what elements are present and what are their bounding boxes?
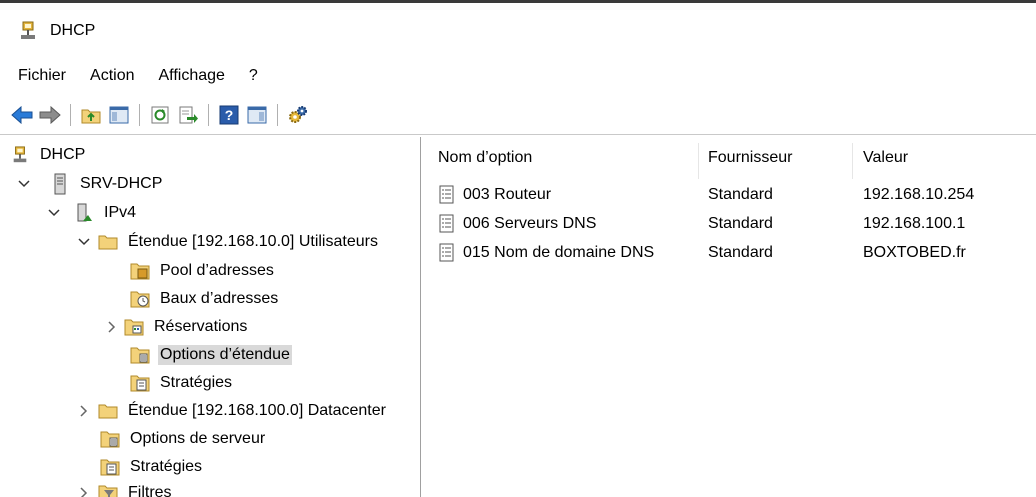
menu-help[interactable]: ? [249, 67, 258, 85]
chevron-right-icon[interactable] [76, 403, 92, 419]
option-vendor: Standard [708, 244, 773, 261]
table-row[interactable]: 006 Serveurs DNS Standard 192.168.100.1 [424, 210, 1036, 238]
menu-affichage[interactable]: Affichage [158, 67, 224, 85]
forward-arrow-icon[interactable] [38, 103, 62, 127]
reservations-icon [124, 317, 144, 337]
toolbar-separator [277, 104, 278, 126]
options-icon [130, 345, 150, 365]
tree-label: Pool d’adresses [160, 262, 274, 279]
menu-bar: Fichier Action Affichage ? [0, 62, 264, 90]
title-bar: DHCP [0, 3, 1036, 59]
tree-label: Options de serveur [130, 430, 266, 447]
column-header-value[interactable]: Valeur [863, 149, 908, 167]
toolbar-separator [70, 104, 71, 126]
svg-text:?: ? [225, 107, 234, 123]
tree-scope-utilisateurs[interactable]: Étendue [192.168.10.0] Utilisateurs [76, 228, 380, 256]
menu-fichier[interactable]: Fichier [18, 67, 66, 85]
chevron-right-icon[interactable] [76, 485, 92, 497]
toolbar-separator [208, 104, 209, 126]
tree-label: Étendue [192.168.10.0] Utilisateurs [128, 233, 378, 250]
folder-icon [98, 232, 118, 252]
options-icon [100, 429, 120, 449]
tree-scope-datacenter[interactable]: Étendue [192.168.100.0] Datacenter [76, 397, 388, 425]
chevron-right-icon[interactable] [104, 319, 120, 335]
column-header-vendor[interactable]: Fournisseur [708, 149, 792, 167]
refresh-icon[interactable] [148, 103, 172, 127]
tree-label: DHCP [40, 146, 86, 163]
chevron-down-icon[interactable] [16, 176, 32, 192]
show-hide-tree-icon[interactable] [107, 103, 131, 127]
tree-policies[interactable]: Stratégies [92, 453, 204, 481]
up-folder-icon[interactable] [79, 103, 103, 127]
option-value: BOXTOBED.fr [863, 244, 966, 261]
table-row[interactable]: 015 Nom de domaine DNS Standard BOXTOBED… [424, 239, 1036, 267]
tree-scope-policies[interactable]: Stratégies [122, 369, 234, 397]
column-header-name[interactable]: Nom d’option [438, 149, 532, 167]
window-title: DHCP [50, 22, 96, 39]
option-vendor: Standard [708, 215, 773, 232]
policies-icon [130, 373, 150, 393]
tree-label: Stratégies [130, 458, 203, 475]
back-arrow-icon[interactable] [10, 103, 34, 127]
option-document-icon [438, 185, 456, 205]
dhcp-icon [10, 145, 30, 165]
tree-label: Filtres [128, 484, 172, 497]
tree-pool[interactable]: Pool d’adresses [122, 257, 276, 285]
tree-label: Stratégies [160, 374, 233, 391]
chevron-down-icon[interactable] [76, 234, 92, 250]
options-list-view: Nom d’option Fournisseur Valeur 003 Rout… [424, 137, 1036, 497]
chevron-down-icon[interactable] [46, 205, 62, 221]
policies-icon [100, 457, 120, 477]
export-list-icon[interactable] [176, 103, 200, 127]
tree-label: Baux d’adresses [160, 290, 279, 307]
option-vendor: Standard [708, 186, 773, 203]
column-divider[interactable] [852, 143, 853, 179]
tree-leases[interactable]: Baux d’adresses [122, 285, 280, 313]
tree-label: Réservations [154, 318, 248, 335]
option-document-icon [438, 214, 456, 234]
tree-filters[interactable]: Filtres [76, 479, 174, 497]
tree-label: Étendue [192.168.100.0] Datacenter [128, 402, 386, 419]
gears-icon[interactable] [286, 103, 310, 127]
tree-label: SRV-DHCP [80, 175, 163, 192]
show-action-pane-icon[interactable] [245, 103, 269, 127]
toolbar: ? [0, 96, 1036, 135]
dhcp-app-icon [18, 21, 38, 41]
tree-server-options[interactable]: Options de serveur [92, 425, 267, 453]
console-tree: DHCP SRV-DHCP IPv4 Étendue [192.168.10.0… [0, 137, 421, 497]
column-divider[interactable] [698, 143, 699, 179]
filter-icon [98, 483, 118, 497]
ipv4-icon [74, 203, 94, 223]
address-pool-icon [130, 261, 150, 281]
leases-clock-icon [130, 289, 150, 309]
option-value: 192.168.100.1 [863, 215, 966, 232]
server-icon [50, 173, 70, 195]
table-row[interactable]: 003 Routeur Standard 192.168.10.254 [424, 181, 1036, 209]
tree-scope-options[interactable]: Options d’étendue [122, 341, 292, 369]
tree-server[interactable]: SRV-DHCP [16, 170, 164, 198]
tree-label: Options d’étendue [158, 345, 292, 365]
tree-reservations[interactable]: Réservations [104, 313, 249, 341]
folder-icon [98, 401, 118, 421]
tree-root-dhcp[interactable]: DHCP [4, 141, 87, 169]
toolbar-separator [139, 104, 140, 126]
option-value: 192.168.10.254 [863, 186, 975, 203]
option-name: 003 Routeur [463, 186, 552, 203]
help-icon[interactable]: ? [217, 103, 241, 127]
option-name: 006 Serveurs DNS [463, 215, 597, 232]
menu-action[interactable]: Action [90, 67, 134, 85]
tree-ipv4[interactable]: IPv4 [46, 199, 138, 227]
option-name: 015 Nom de domaine DNS [463, 244, 655, 261]
tree-label: IPv4 [104, 204, 137, 221]
option-document-icon [438, 243, 456, 263]
